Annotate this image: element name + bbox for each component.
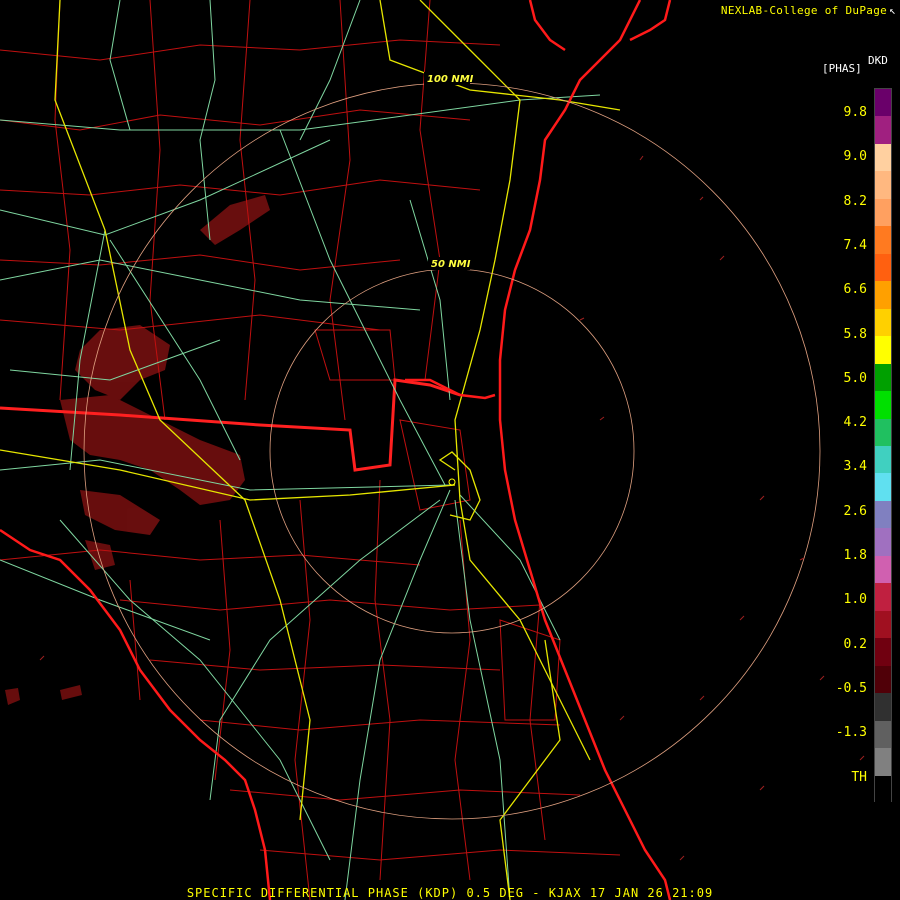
color-swatch [875,446,891,474]
color-swatch [875,336,891,365]
color-scale-label: 8.2 [843,193,867,209]
color-swatch [875,89,891,117]
color-scale-label: 1.0 [843,592,867,608]
legend-product: DKD [868,54,888,67]
color-swatch [875,665,891,694]
credit-arrow-icon: ↖ [889,4,896,17]
color-scale-label: 4.2 [843,415,867,431]
color-scale-label: 0.2 [843,636,867,652]
color-scale-label: 5.8 [843,326,867,342]
color-swatch [875,308,891,337]
color-scale-label: 1.8 [843,548,867,563]
color-swatch [875,555,891,584]
color-swatch [875,720,891,749]
color-swatch [875,281,891,310]
color-scale-label: TH [851,769,867,785]
color-swatch [875,583,891,612]
color-scale-label: 2.6 [843,503,867,519]
legend-unit: [PHAS] [822,62,862,75]
color-swatch [875,693,891,722]
product-caption: SPECIFIC DIFFERENTIAL PHASE (KDP) 0.5 DE… [186,886,714,900]
color-swatch [875,171,891,200]
color-scale-label: 9.0 [843,149,867,165]
color-swatch [875,226,891,255]
color-swatch [875,775,891,804]
color-scale-label: -0.5 [835,680,867,696]
color-scale-label: 3.4 [843,459,867,475]
color-swatch [875,500,891,529]
range-ring-label-50: 50 NMI [431,259,471,270]
color-scale-label: 5.0 [843,370,867,386]
color-swatch [875,638,891,667]
color-swatch [875,391,891,420]
credit-text: NEXLAB-College of DuPage [720,4,888,17]
color-swatch [875,116,891,145]
color-scale-label: -1.3 [835,725,867,741]
color-swatch [875,528,891,557]
color-scale [874,88,892,804]
color-scale-label: 6.6 [843,282,867,298]
color-swatch [875,418,891,447]
color-swatch [875,253,891,282]
color-scale-label: 9.8 [843,105,867,120]
color-swatch [875,473,891,502]
color-swatch [875,143,891,172]
color-swatch [875,198,891,227]
radar-map: 100 NMI 50 NMI [0,0,900,900]
color-scale-label: 7.4 [843,237,867,253]
color-swatch [875,748,891,777]
color-swatch [875,610,891,639]
credit-label: NEXLAB-College of DuPage ↖ [721,4,896,17]
range-ring-label-100: 100 NMI [427,74,474,85]
color-swatch [875,363,891,392]
